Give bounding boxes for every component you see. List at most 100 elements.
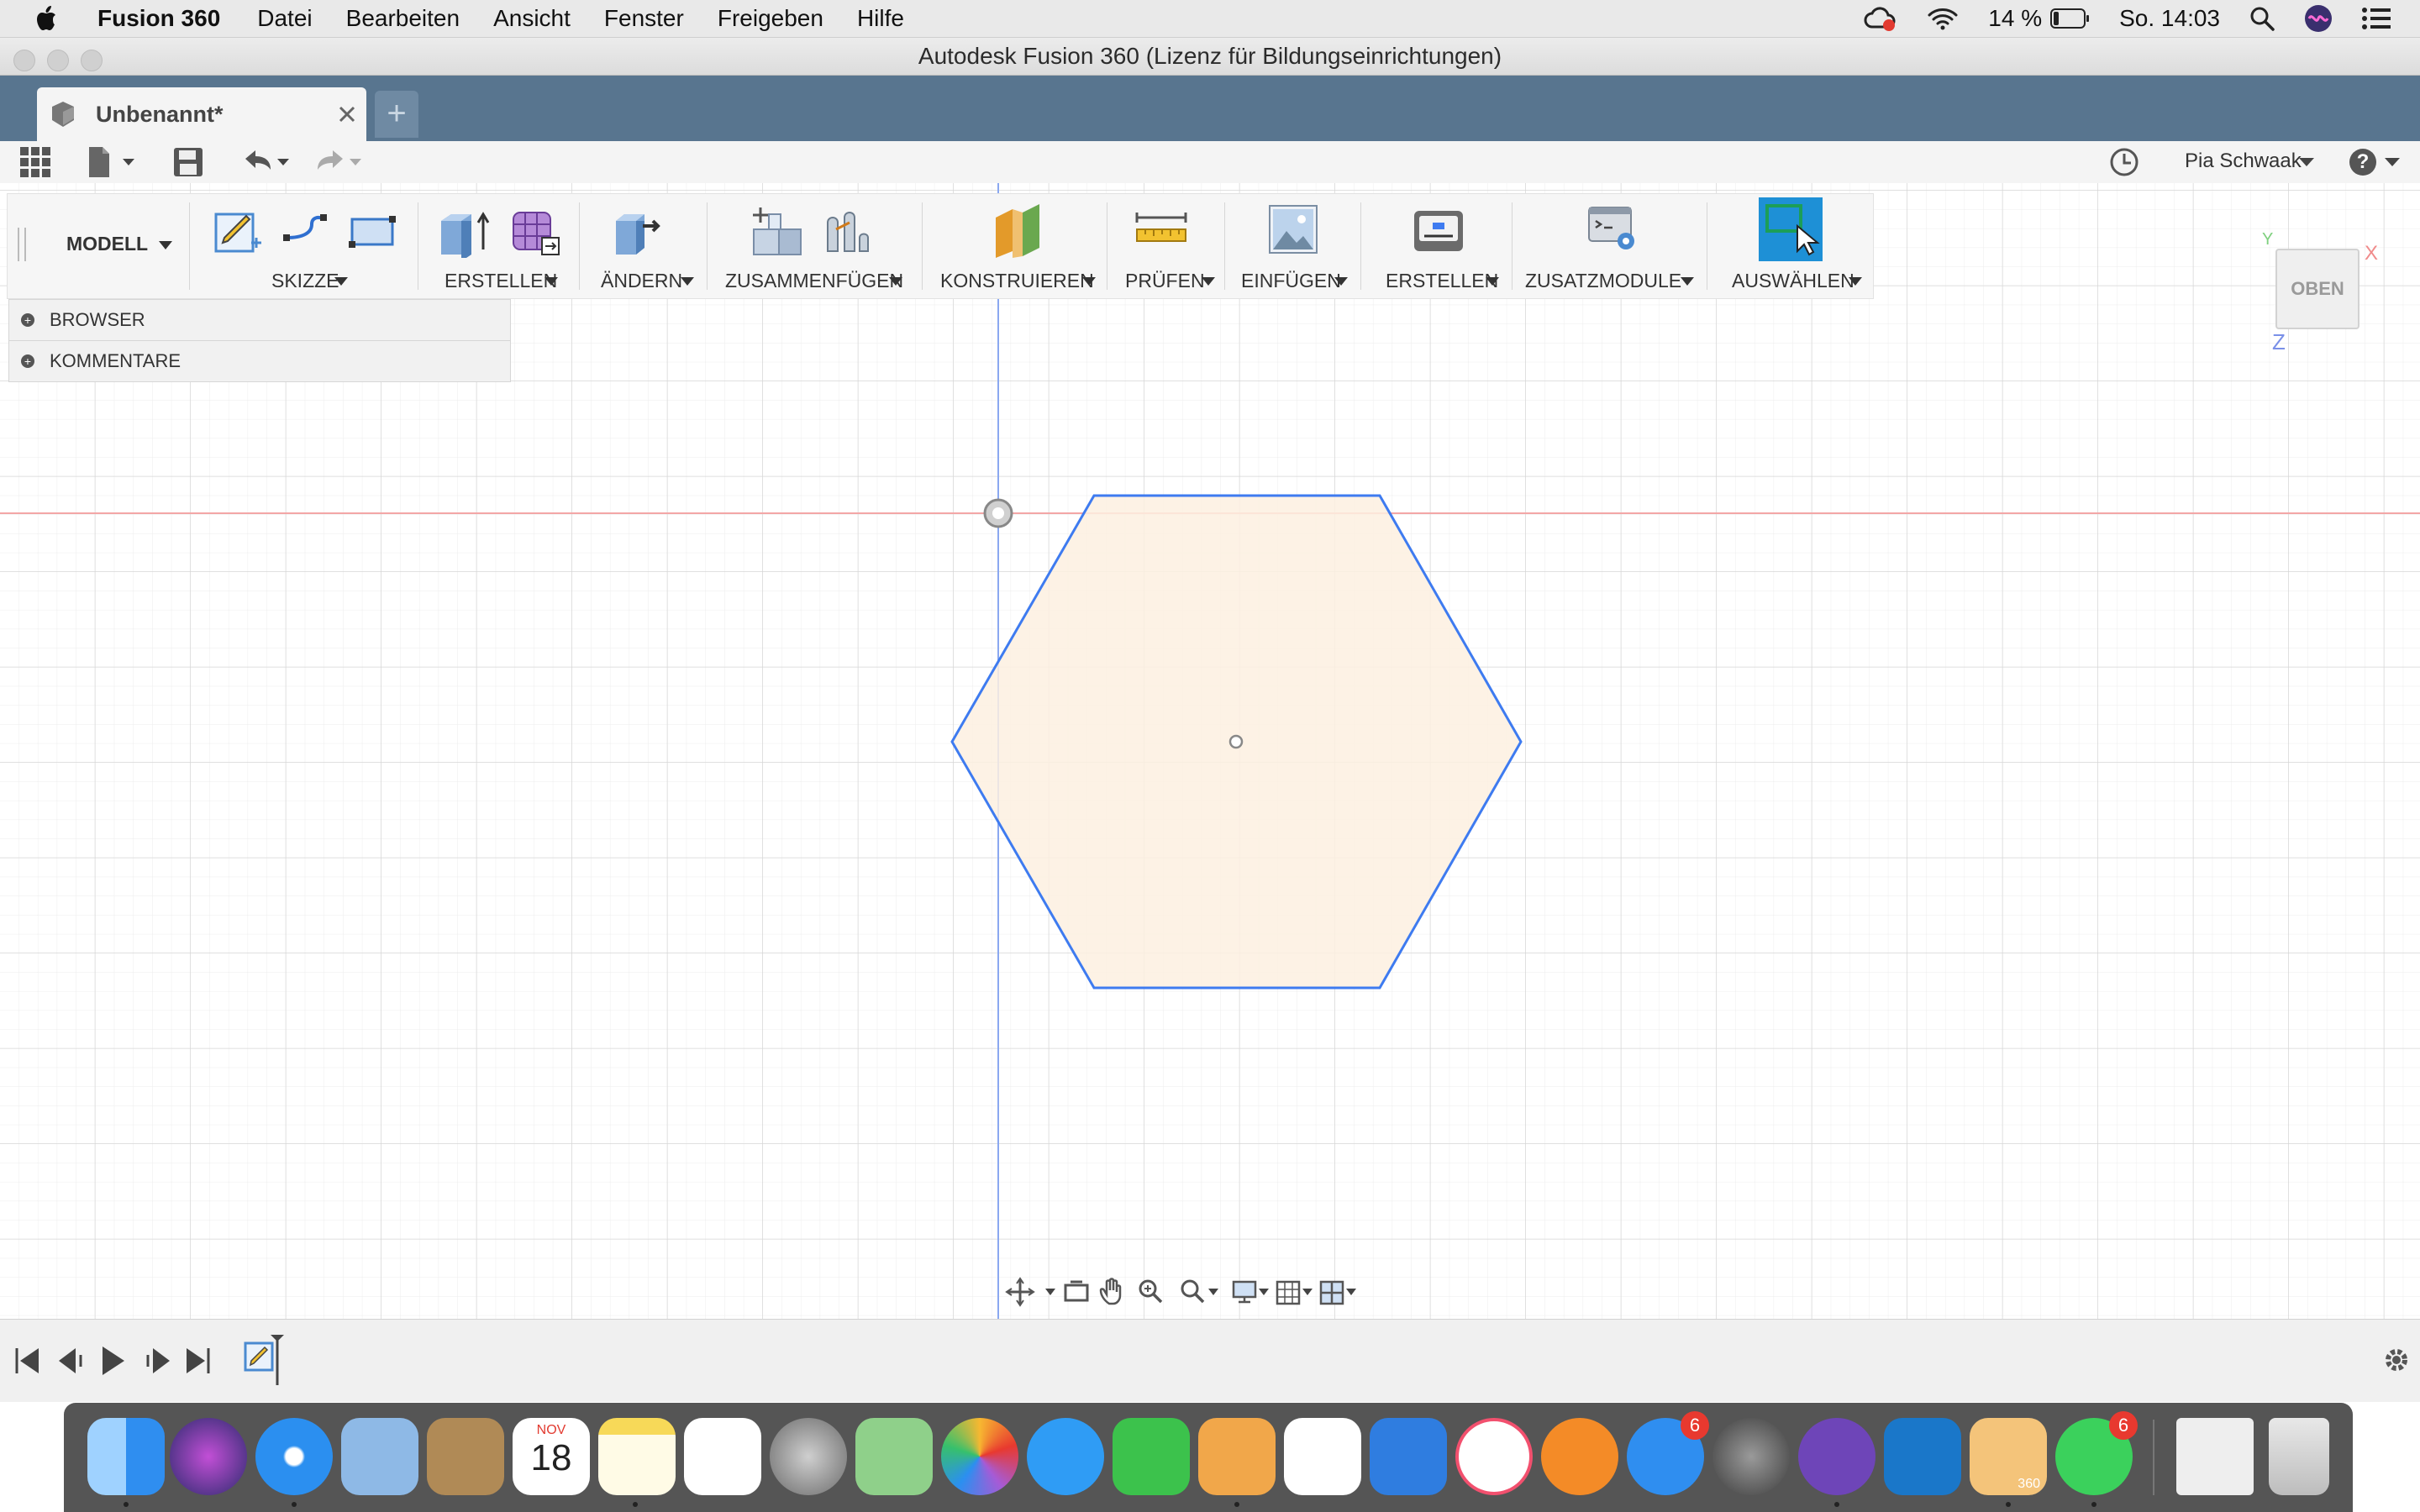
contacts-app-icon[interactable] — [427, 1418, 504, 1495]
modify-dropdown-icon[interactable] — [680, 276, 695, 286]
make-dropdown-icon[interactable] — [1485, 276, 1500, 286]
create-dropdown-icon[interactable] — [544, 276, 559, 286]
joint-icon[interactable] — [819, 204, 878, 258]
orbit-icon[interactable] — [1005, 1277, 1055, 1307]
press-pull-icon[interactable] — [609, 204, 668, 258]
spotlight-search-icon[interactable] — [2249, 5, 2275, 32]
finder-app-icon[interactable] — [87, 1418, 165, 1495]
pages-app-icon[interactable] — [1198, 1418, 1276, 1495]
scripts-icon[interactable] — [1586, 204, 1641, 255]
step-back-icon[interactable] — [59, 1348, 82, 1373]
ribbon-label-select[interactable]: AUSWÄHLEN — [1732, 270, 1854, 292]
keynote-app-icon[interactable] — [1370, 1418, 1447, 1495]
zoom-icon[interactable] — [1139, 1279, 1163, 1304]
browser-panel[interactable]: + BROWSER — [8, 299, 511, 341]
insert-image-icon[interactable] — [1266, 202, 1320, 256]
recent-documents-stack-icon[interactable] — [2176, 1418, 2254, 1495]
rectangle-icon[interactable] — [347, 206, 397, 256]
fusion360-app-icon[interactable]: 360 — [1970, 1418, 2047, 1495]
new-component-icon[interactable] — [749, 204, 808, 258]
go-to-end-icon[interactable] — [187, 1348, 210, 1373]
app-name-menu[interactable]: Fusion 360 — [97, 5, 220, 32]
minimize-window-button[interactable] — [47, 50, 69, 71]
messages-app-icon[interactable] — [1027, 1418, 1104, 1495]
expand-comments-icon[interactable]: + — [21, 354, 34, 368]
go-to-start-icon[interactable] — [15, 1348, 39, 1373]
ribbon-label-insert[interactable]: EINFÜGEN — [1241, 270, 1341, 292]
sketch-dropdown-icon[interactable] — [334, 276, 349, 286]
reminders-app-icon[interactable] — [684, 1418, 761, 1495]
display-settings-icon[interactable] — [1232, 1280, 1269, 1304]
notes-app-icon[interactable] — [598, 1418, 676, 1495]
zoom-window-button[interactable] — [81, 50, 103, 71]
menu-bearbeiten[interactable]: Bearbeiten — [346, 5, 460, 32]
facetime-app-icon[interactable] — [1113, 1418, 1190, 1495]
ribbon-label-construct[interactable]: KONSTRUIEREN — [940, 270, 1094, 292]
ribbon-label-inspect[interactable]: PRÜFEN — [1125, 270, 1205, 292]
grid-settings-icon[interactable] — [1276, 1280, 1313, 1305]
step-forward-icon[interactable] — [146, 1348, 170, 1373]
ribbon-label-assemble[interactable]: ZUSAMMENFÜGEN — [725, 270, 903, 292]
workspace-switcher[interactable]: MODELL — [66, 233, 173, 255]
wifi-icon[interactable] — [1926, 5, 1960, 32]
safari-app-icon[interactable] — [255, 1418, 333, 1495]
timeline-sketch-feature-icon[interactable] — [242, 1335, 292, 1385]
ribbon-label-make[interactable]: ERSTELLEN — [1386, 270, 1498, 292]
close-tab-icon[interactable] — [338, 105, 356, 123]
notification-center-icon[interactable] — [2361, 5, 2391, 32]
mail-app-icon[interactable] — [341, 1418, 418, 1495]
ribbon-label-create[interactable]: ERSTELLEN — [445, 270, 557, 292]
calendar-app-icon[interactable]: NOV 18 — [513, 1418, 590, 1495]
extrude-icon[interactable] — [436, 204, 495, 258]
photos-app-icon[interactable] — [941, 1418, 1018, 1495]
look-at-icon[interactable] — [1064, 1280, 1089, 1302]
pan-hand-icon[interactable] — [1099, 1278, 1122, 1305]
siri-icon[interactable] — [2304, 4, 2333, 33]
construct-dropdown-icon[interactable] — [1081, 276, 1097, 286]
redo-icon[interactable] — [313, 145, 366, 179]
inspect-dropdown-icon[interactable] — [1201, 276, 1216, 286]
form-icon[interactable] — [508, 204, 562, 258]
3d-print-icon[interactable] — [1411, 204, 1466, 255]
viewports-icon[interactable] — [1319, 1280, 1356, 1305]
screen-app-icon[interactable] — [1884, 1418, 1961, 1495]
itunes-app-icon[interactable] — [1455, 1418, 1533, 1495]
menu-datei[interactable]: Datei — [257, 5, 312, 32]
undo-icon[interactable] — [240, 145, 294, 179]
user-account-menu[interactable]: Pia Schwaak — [2185, 150, 2302, 173]
play-icon[interactable] — [103, 1347, 124, 1375]
timeline-settings-gear-icon[interactable] — [2381, 1345, 2412, 1375]
ribbon-grip-handle[interactable] — [18, 228, 26, 261]
hexagon-center-point[interactable] — [1228, 734, 1244, 749]
menu-freigeben[interactable]: Freigeben — [718, 5, 823, 32]
creative-cloud-icon[interactable] — [1864, 5, 1897, 32]
maps-app-icon[interactable] — [855, 1418, 933, 1495]
system-preferences-app-icon[interactable] — [1712, 1418, 1790, 1495]
help-icon[interactable]: ? — [2349, 149, 2376, 176]
github-desktop-app-icon[interactable] — [1798, 1418, 1876, 1495]
data-panel-grid-icon[interactable] — [18, 145, 52, 179]
arc-icon[interactable] — [281, 206, 332, 256]
file-menu-icon[interactable] — [86, 145, 139, 179]
new-tab-button[interactable]: + — [375, 91, 418, 138]
launchpad-app-icon[interactable] — [770, 1418, 847, 1495]
measure-icon[interactable] — [1134, 209, 1189, 251]
trash-icon[interactable] — [2269, 1418, 2329, 1495]
select-tool-active[interactable] — [1759, 197, 1823, 261]
create-sketch-icon[interactable] — [213, 206, 263, 256]
numbers-app-icon[interactable] — [1284, 1418, 1361, 1495]
offset-plane-icon[interactable] — [989, 201, 1048, 260]
insert-dropdown-icon[interactable] — [1334, 276, 1349, 286]
clock[interactable]: So. 14:03 — [2119, 5, 2220, 32]
books-app-icon[interactable] — [1541, 1418, 1618, 1495]
menu-fenster[interactable]: Fenster — [604, 5, 684, 32]
save-icon[interactable] — [171, 145, 205, 179]
ribbon-label-sketch[interactable]: SKIZZE — [271, 270, 339, 292]
job-status-clock-icon[interactable] — [2107, 145, 2141, 179]
ribbon-label-modify[interactable]: ÄNDERN — [601, 270, 682, 292]
apple-logo-icon[interactable] — [30, 2, 64, 35]
comments-panel[interactable]: + KOMMENTARE — [8, 340, 511, 382]
document-tab[interactable]: Unbenannt* — [37, 87, 366, 141]
fit-view-icon[interactable] — [1181, 1279, 1218, 1304]
ribbon-label-addins[interactable]: ZUSATZMODULE — [1525, 270, 1681, 292]
